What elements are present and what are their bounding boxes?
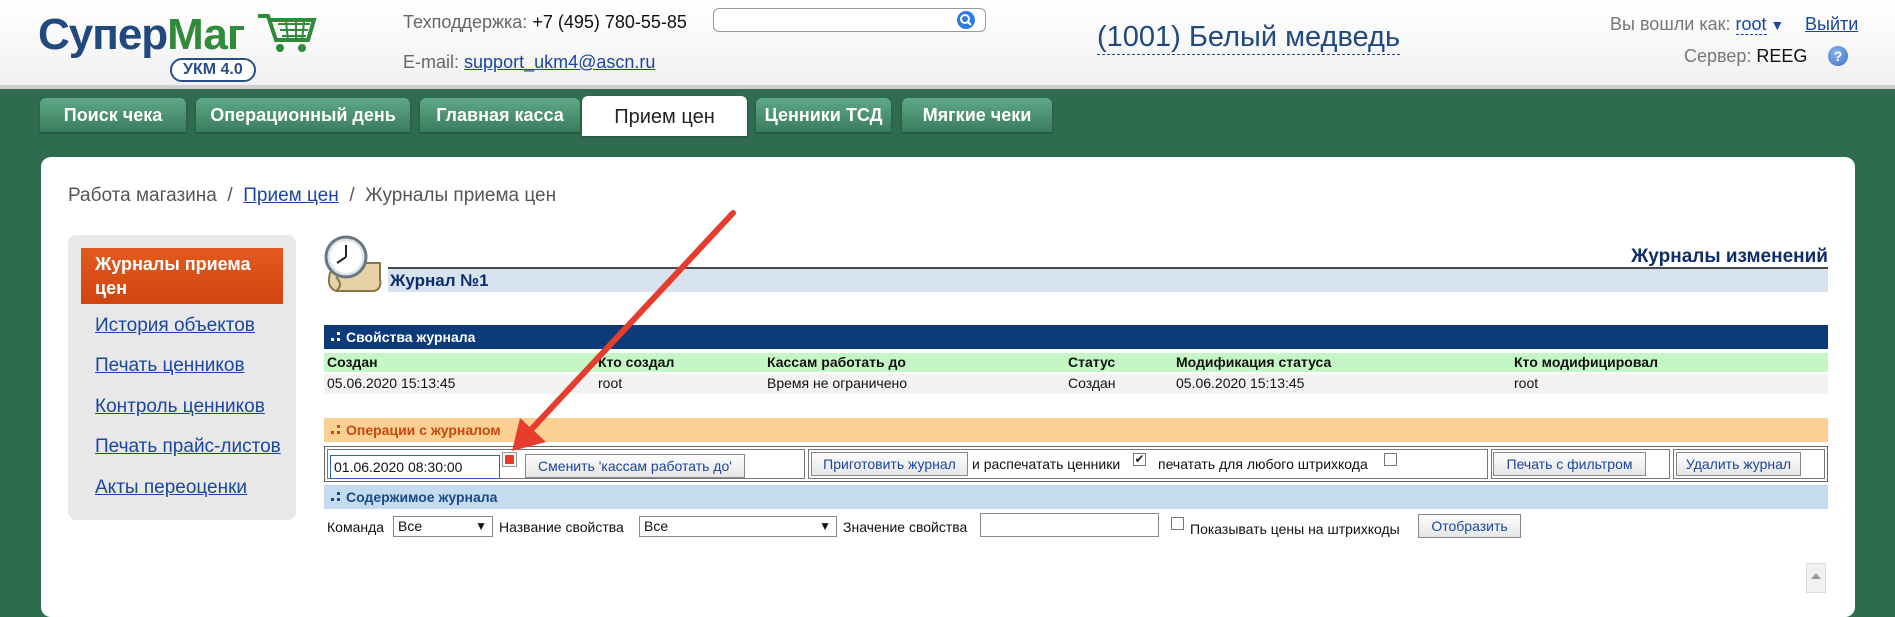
annotation-arrow — [512, 210, 736, 451]
